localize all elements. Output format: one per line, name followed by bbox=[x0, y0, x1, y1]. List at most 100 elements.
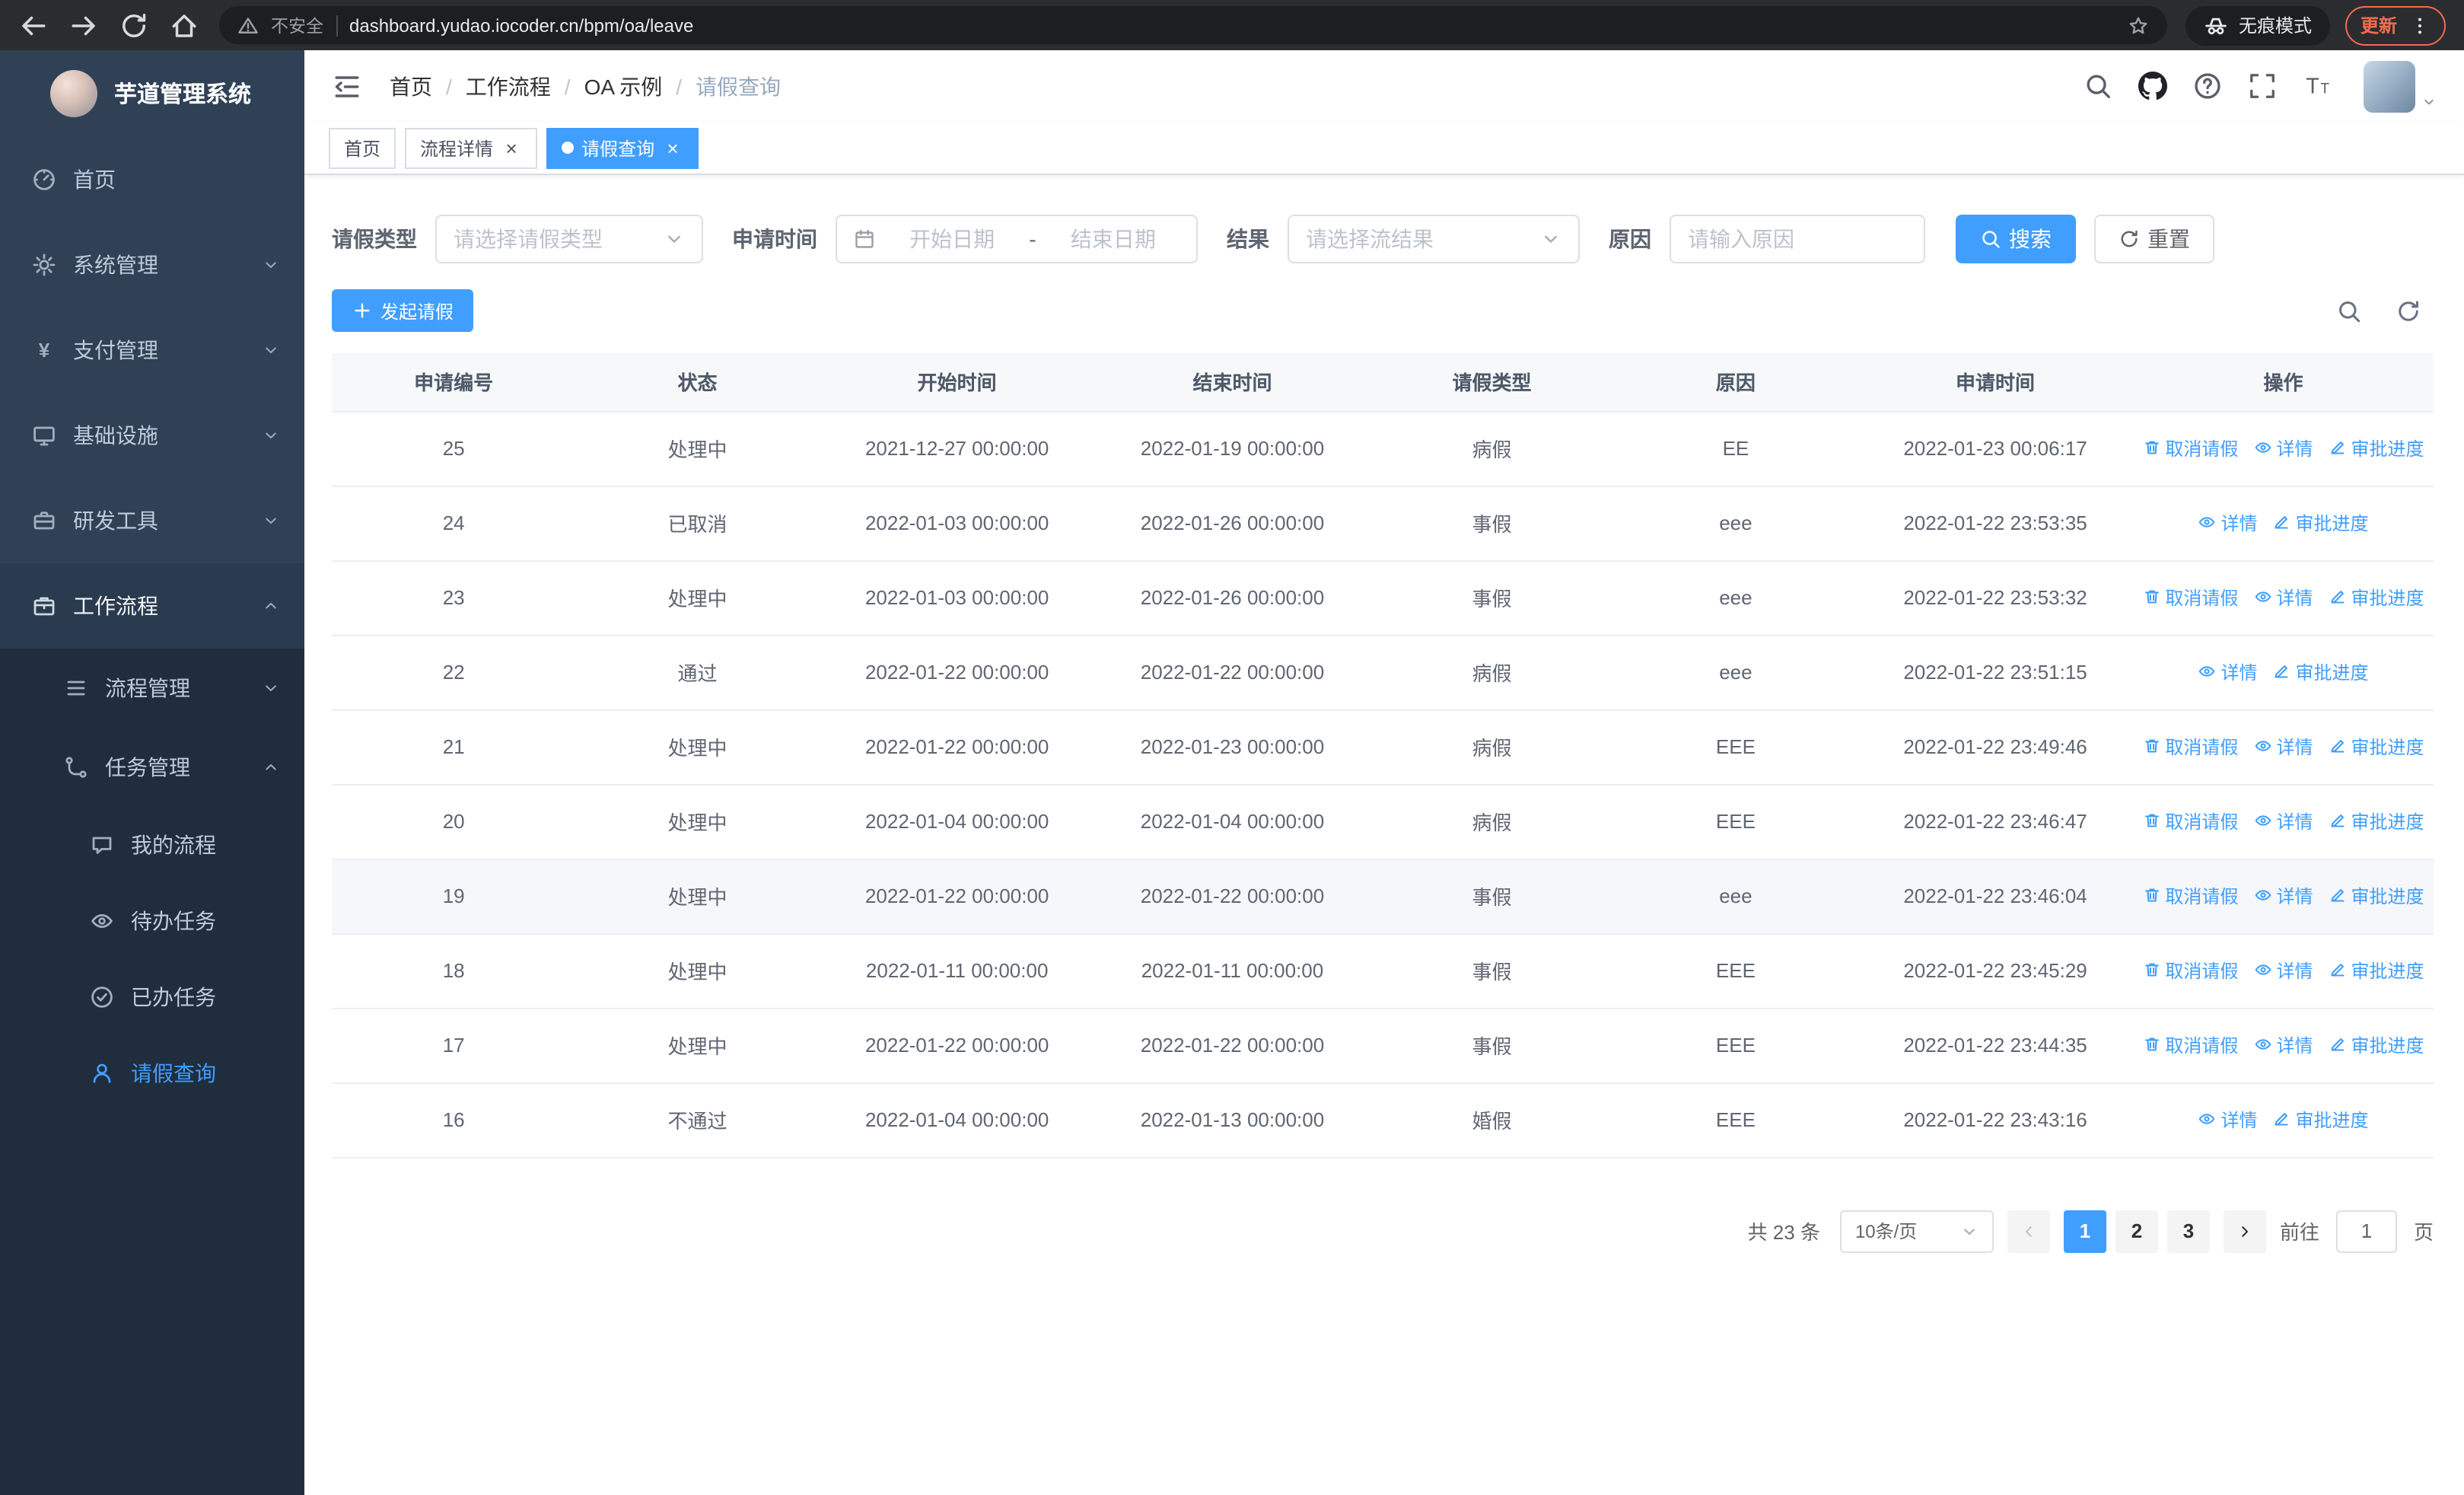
sidebar-item-dev-tools[interactable]: 研发工具 bbox=[0, 478, 304, 563]
approval-progress-link[interactable]: 审批进度 bbox=[2328, 734, 2424, 760]
cancel-leave-link[interactable]: 取消请假 bbox=[2142, 958, 2238, 983]
detail-link[interactable]: 详情 bbox=[2253, 435, 2313, 461]
detail-link[interactable]: 详情 bbox=[2253, 585, 2313, 610]
browser-refresh-icon[interactable] bbox=[119, 10, 149, 40]
sidebar-item-leave-query[interactable]: 请假查询 bbox=[0, 1035, 304, 1111]
detail-link[interactable]: 详情 bbox=[2253, 1032, 2313, 1058]
sidebar-item-task-mgmt[interactable]: 任务管理 bbox=[0, 728, 304, 807]
sidebar-item-process-mgmt[interactable]: 流程管理 bbox=[0, 649, 304, 728]
approval-progress-link[interactable]: 审批进度 bbox=[2328, 1032, 2424, 1058]
goto-page-input[interactable]: 1 bbox=[2335, 1210, 2397, 1252]
prev-page-button[interactable] bbox=[2007, 1210, 2050, 1252]
collapse-sidebar-icon[interactable] bbox=[332, 71, 362, 101]
app-logo[interactable]: 芋道管理系统 bbox=[0, 50, 304, 137]
cell-id: 22 bbox=[332, 635, 576, 710]
close-tab-icon[interactable]: × bbox=[501, 136, 522, 159]
search-icon bbox=[1980, 228, 2001, 250]
sidebar-item-workflow[interactable]: 工作流程 bbox=[0, 563, 304, 649]
browser-menu-icon[interactable] bbox=[2409, 14, 2431, 36]
approval-progress-link[interactable]: 审批进度 bbox=[2272, 659, 2369, 685]
detail-link[interactable]: 详情 bbox=[2198, 1107, 2257, 1133]
fullscreen-icon[interactable] bbox=[2248, 72, 2277, 100]
cancel-leave-link[interactable]: 取消请假 bbox=[2142, 435, 2238, 461]
page-button-1[interactable]: 1 bbox=[2063, 1210, 2106, 1252]
approval-progress-link[interactable]: 审批进度 bbox=[2328, 808, 2424, 834]
approval-progress-link[interactable]: 审批进度 bbox=[2328, 958, 2424, 983]
op-label: 审批进度 bbox=[2295, 661, 2369, 684]
result-select[interactable]: 请选择流结果 bbox=[1288, 215, 1580, 263]
chevron-down-icon bbox=[262, 256, 280, 274]
next-page-button[interactable] bbox=[2223, 1210, 2266, 1252]
date-start-placeholder: 开始日期 bbox=[909, 227, 995, 251]
apply-time-range-input[interactable]: 开始日期 - 结束日期 bbox=[836, 215, 1198, 263]
font-size-icon[interactable]: TT bbox=[2303, 72, 2332, 100]
help-icon[interactable] bbox=[2193, 72, 2222, 100]
github-icon[interactable] bbox=[2138, 72, 2167, 100]
detail-link[interactable]: 详情 bbox=[2253, 958, 2313, 983]
breadcrumb-item[interactable]: 工作流程 bbox=[466, 71, 551, 101]
page-button-3[interactable]: 3 bbox=[2166, 1210, 2210, 1252]
sidebar-item-system[interactable]: 系统管理 bbox=[0, 222, 304, 308]
tab-leave-query[interactable]: 请假查询 × bbox=[546, 127, 699, 168]
tab-process-detail[interactable]: 流程详情 × bbox=[405, 127, 538, 168]
chevron-down-icon bbox=[664, 228, 685, 250]
sidebar-item-home[interactable]: 首页 bbox=[0, 137, 304, 222]
sidebar: 芋道管理系统 首页 系统管理 ¥ 支付管理 基础设施 研发工具 工作流程 流程管理 任务管理 我的… bbox=[0, 50, 304, 1495]
browser-home-icon[interactable] bbox=[169, 10, 199, 40]
sidebar-item-label: 已办任务 bbox=[131, 985, 216, 1009]
search-icon[interactable] bbox=[2084, 72, 2112, 100]
sidebar-item-infra[interactable]: 基础设施 bbox=[0, 393, 304, 478]
page-button-2[interactable]: 2 bbox=[2115, 1210, 2158, 1252]
tab-home[interactable]: 首页 bbox=[329, 127, 396, 168]
breadcrumb-item[interactable]: 首页 bbox=[390, 71, 432, 101]
refresh-table-icon[interactable] bbox=[2396, 298, 2421, 324]
sidebar-item-payment[interactable]: ¥ 支付管理 bbox=[0, 308, 304, 393]
browser-back-icon[interactable] bbox=[18, 10, 49, 40]
search-button[interactable]: 搜索 bbox=[1956, 215, 2076, 263]
detail-link[interactable]: 详情 bbox=[2253, 883, 2313, 909]
approval-progress-link[interactable]: 审批进度 bbox=[2328, 883, 2424, 909]
cell-id: 25 bbox=[332, 411, 576, 486]
cancel-leave-link[interactable]: 取消请假 bbox=[2142, 1032, 2238, 1058]
sidebar-item-label: 待办任务 bbox=[131, 909, 216, 933]
update-button[interactable]: 更新 bbox=[2345, 5, 2446, 45]
detail-link[interactable]: 详情 bbox=[2198, 659, 2257, 685]
cancel-leave-link[interactable]: 取消请假 bbox=[2142, 883, 2238, 909]
reset-button[interactable]: 重置 bbox=[2094, 215, 2214, 263]
page-size-select[interactable]: 10条/页 bbox=[1839, 1210, 1994, 1252]
create-leave-button[interactable]: 发起请假 bbox=[332, 289, 474, 332]
security-label[interactable]: 不安全 bbox=[271, 13, 323, 37]
url-bar[interactable]: 不安全 dashboard.yudao.iocoder.cn/bpm/oa/le… bbox=[219, 6, 2167, 44]
approval-progress-link[interactable]: 审批进度 bbox=[2272, 510, 2369, 536]
cancel-leave-link[interactable]: 取消请假 bbox=[2142, 734, 2238, 760]
bookmark-star-icon[interactable] bbox=[2128, 14, 2149, 36]
cell-operations: 取消请假 详情 审批进度 bbox=[2132, 1008, 2434, 1083]
approval-progress-link[interactable]: 审批进度 bbox=[2328, 435, 2424, 461]
approval-progress-link[interactable]: 审批进度 bbox=[2272, 1107, 2369, 1133]
user-avatar[interactable] bbox=[2364, 60, 2415, 112]
cancel-leave-link[interactable]: 取消请假 bbox=[2142, 585, 2238, 610]
user-menu[interactable] bbox=[2364, 60, 2437, 112]
sidebar-item-todo-tasks[interactable]: 待办任务 bbox=[0, 883, 304, 959]
check-circle-icon bbox=[90, 985, 114, 1009]
detail-link[interactable]: 详情 bbox=[2253, 808, 2313, 834]
create-leave-label: 发起请假 bbox=[380, 301, 454, 322]
leave-type-select[interactable]: 请选择请假类型 bbox=[435, 215, 703, 263]
breadcrumb-item[interactable]: OA 示例 bbox=[584, 71, 663, 101]
reason-input[interactable]: 请输入原因 bbox=[1670, 215, 1925, 263]
sidebar-item-done-tasks[interactable]: 已办任务 bbox=[0, 959, 304, 1035]
detail-link[interactable]: 详情 bbox=[2198, 510, 2257, 536]
cancel-leave-link[interactable]: 取消请假 bbox=[2142, 808, 2238, 834]
cell-id: 19 bbox=[332, 859, 576, 934]
chevron-down-icon bbox=[262, 426, 280, 445]
browser-forward-icon[interactable] bbox=[68, 10, 99, 40]
cell-applied: 2022-01-22 23:46:47 bbox=[1858, 784, 2133, 859]
toggle-search-icon[interactable] bbox=[2336, 298, 2362, 324]
approval-progress-link[interactable]: 审批进度 bbox=[2328, 585, 2424, 610]
chevron-down-icon bbox=[262, 679, 280, 697]
close-tab-icon[interactable]: × bbox=[662, 136, 683, 159]
cell-status: 不通过 bbox=[575, 1082, 820, 1158]
detail-link[interactable]: 详情 bbox=[2253, 734, 2313, 760]
trash-icon bbox=[2142, 812, 2160, 830]
sidebar-item-my-process[interactable]: 我的流程 bbox=[0, 807, 304, 883]
